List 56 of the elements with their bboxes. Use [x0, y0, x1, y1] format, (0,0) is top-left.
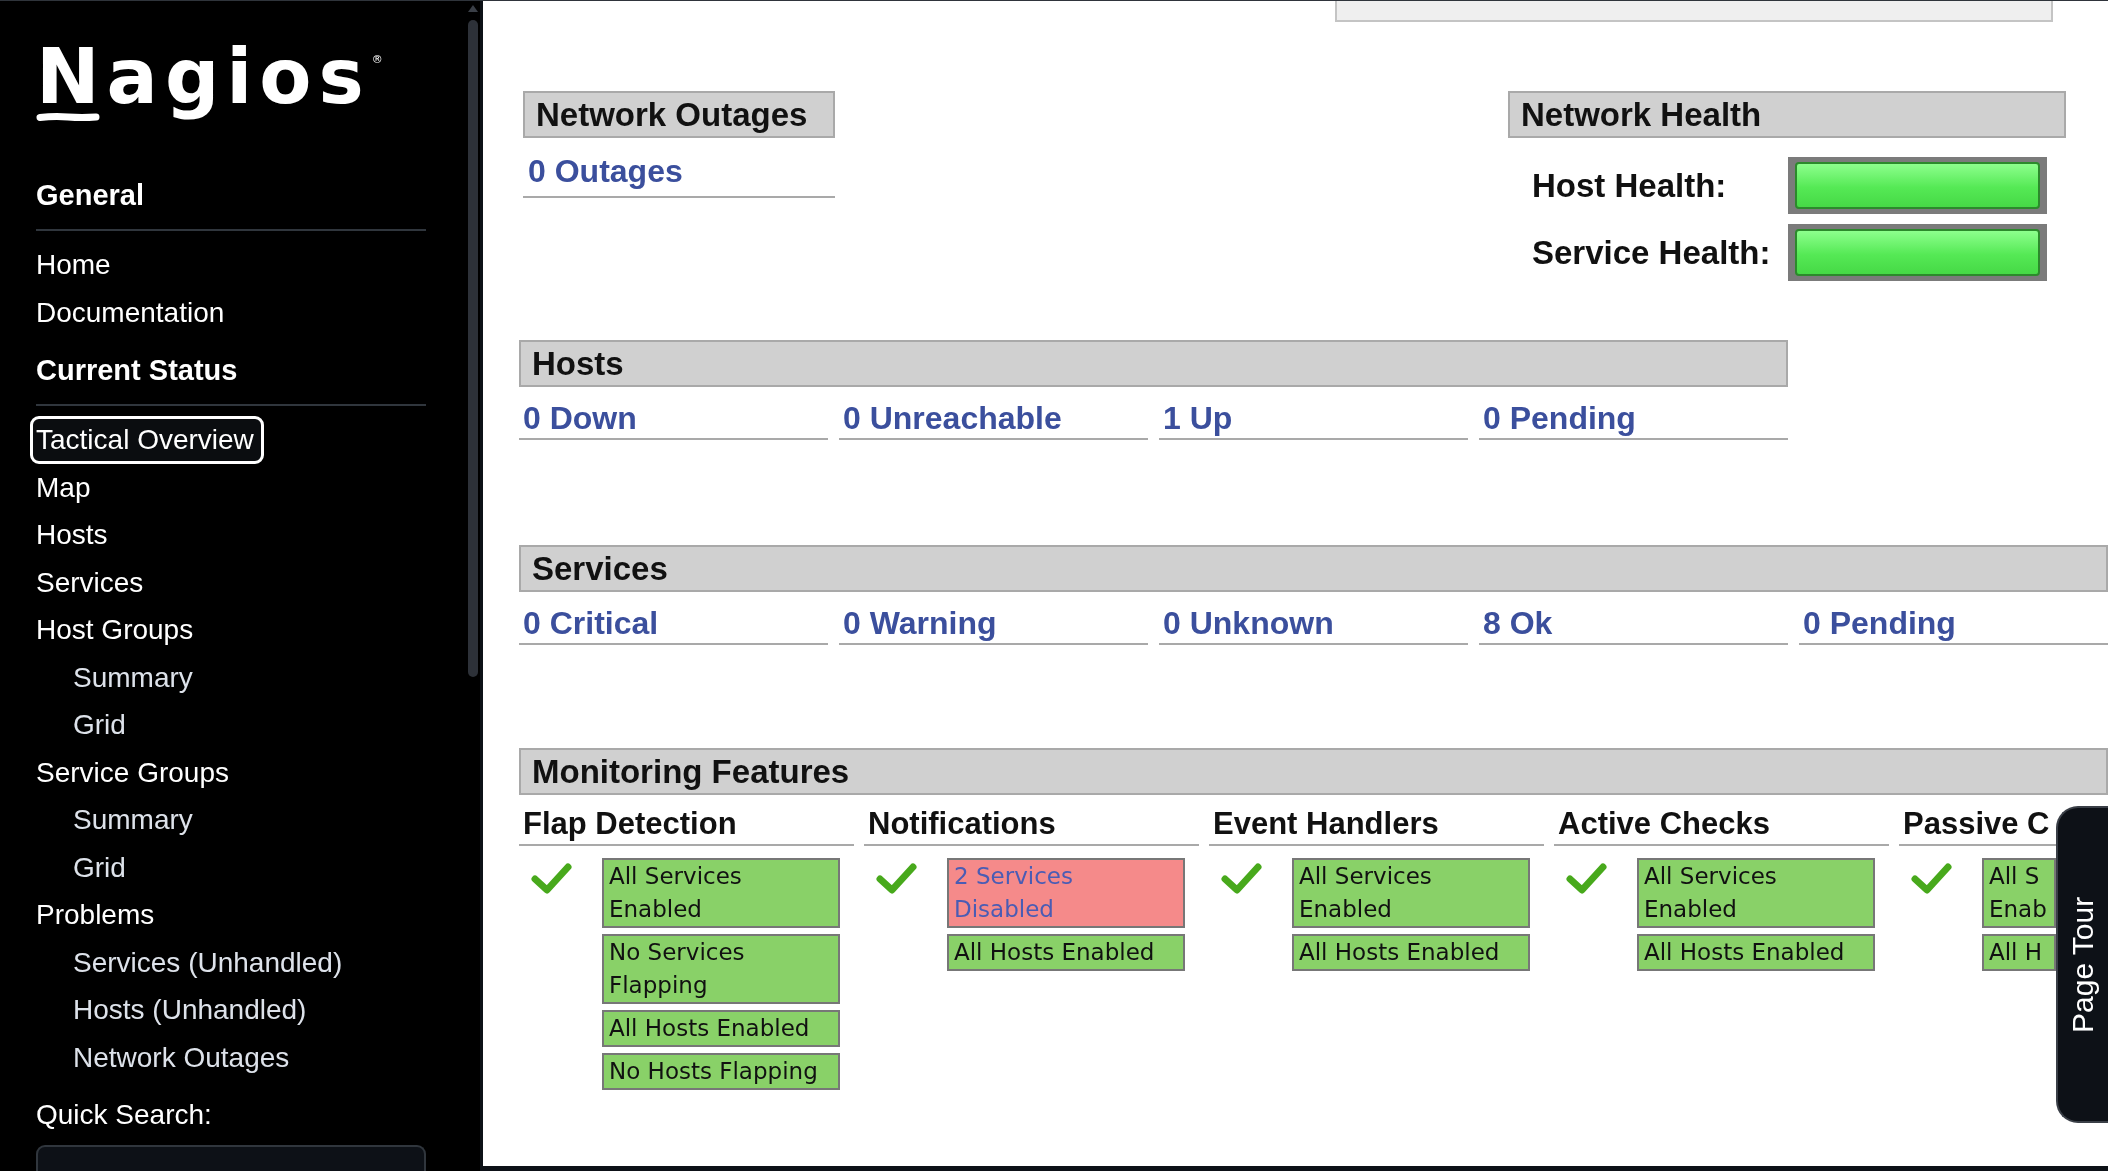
status-badge: All Services Enabled — [1637, 858, 1875, 928]
nav-link[interactable]: Problems — [30, 891, 165, 939]
status-badge: All Services Enabled — [1292, 858, 1530, 928]
search-field[interactable] — [36, 1145, 426, 1171]
status-badge: All Services Enabled — [602, 858, 840, 928]
nav-sublink[interactable]: Summary — [67, 796, 203, 844]
nav-sublink[interactable]: Services (Unhandled) — [67, 938, 353, 986]
outages-link[interactable]: 0 Outages — [528, 153, 683, 189]
status-count-link[interactable]: 1 Up — [1163, 400, 1233, 436]
status-count-link[interactable]: 0 Warning — [843, 605, 997, 641]
scroll-up-arrow-icon[interactable] — [468, 5, 478, 12]
section-header: Network Health — [1508, 91, 2066, 138]
section-header: Monitoring Features — [519, 748, 2108, 795]
nav-link[interactable]: Services — [30, 558, 154, 606]
health-label: Host Health: — [1532, 165, 1728, 206]
feature-title: Event Handlers — [1209, 804, 1544, 846]
nav-link[interactable]: Home — [30, 241, 121, 289]
nav-link[interactable]: Documentation — [30, 288, 235, 336]
status-count-link[interactable]: 8 Ok — [1483, 605, 1553, 641]
page-tour-tab[interactable]: Page Tour — [2056, 806, 2108, 1123]
section-header: Hosts — [519, 340, 1788, 387]
status-badge: No Services Flapping — [602, 934, 840, 1004]
health-label: Service Health: — [1532, 232, 1772, 273]
status-badge: No Hosts Flapping — [602, 1053, 840, 1090]
feature-title: Notifications — [864, 804, 1199, 846]
feature-title: Flap Detection — [519, 804, 854, 846]
status-badge: All S Enab — [1982, 858, 2056, 928]
nav-link[interactable]: Host Groups — [30, 606, 204, 654]
section-header: Services — [519, 545, 2108, 592]
nav-link[interactable]: Tactical Overview — [30, 416, 264, 464]
status-count-link[interactable]: 0 Down — [523, 400, 637, 436]
status-count-link[interactable]: 0 Pending — [1803, 605, 1956, 641]
nav-sublink[interactable]: Grid — [67, 701, 136, 749]
nav-link[interactable]: Map — [30, 463, 101, 511]
section-header: Network Outages — [523, 91, 835, 138]
status-count-link[interactable]: 0 Unknown — [1163, 605, 1334, 641]
status-count-link[interactable]: 0 Pending — [1483, 400, 1636, 436]
status-count-link[interactable]: 0 Critical — [523, 605, 659, 641]
nav-sublink[interactable]: Summary — [67, 653, 203, 701]
registered-mark: ® — [371, 54, 383, 65]
nav-section-title: General — [36, 175, 426, 231]
status-badge: All Hosts Enabled — [1292, 934, 1530, 971]
search-label: Quick Search: — [36, 1098, 212, 1132]
status-badge: All Hosts Enabled — [1637, 934, 1875, 971]
status-badge: All Hosts Enabled — [947, 934, 1185, 971]
nav-section-title: Current Status — [36, 350, 426, 406]
feature-title: Active Checks — [1554, 804, 1889, 846]
nav-sublink[interactable]: Hosts (Unhandled) — [67, 986, 317, 1034]
nav-sublink[interactable]: Network Outages — [67, 1033, 300, 1081]
nav-link[interactable]: Hosts — [30, 511, 118, 559]
nav-sublink[interactable]: Grid — [67, 843, 136, 891]
status-badge: All H — [1982, 934, 2056, 971]
status-count-link[interactable]: 0 Unreachable — [843, 400, 1062, 436]
scrollbar-thumb[interactable] — [468, 20, 478, 677]
nav-link[interactable]: Service Groups — [30, 748, 239, 796]
status-badge: All Hosts Enabled — [602, 1010, 840, 1047]
